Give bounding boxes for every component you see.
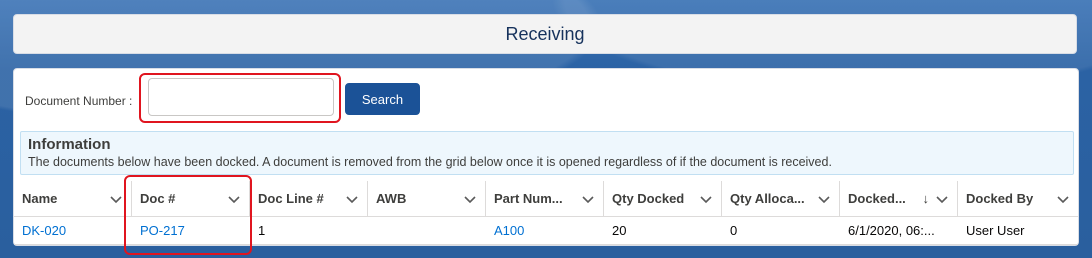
cell-docked-by: User User <box>966 223 1025 238</box>
cell-qty-docked: 20 <box>612 223 627 238</box>
column-header-docked-date[interactable]: Docked... ↓ <box>840 181 958 216</box>
column-header-part-number[interactable]: Part Num... <box>486 181 604 216</box>
chevron-down-icon[interactable] <box>463 192 477 206</box>
chevron-down-icon[interactable] <box>817 192 831 206</box>
cell-qty-allocated: 0 <box>730 223 738 238</box>
information-text: The documents below have been docked. A … <box>28 155 832 169</box>
main-card: Document Number : Search Information The… <box>13 68 1079 255</box>
cell-doc-line: 1 <box>258 223 266 238</box>
column-header-name[interactable]: Name <box>14 181 132 216</box>
highlight-box-doc-column <box>124 175 252 255</box>
part-number-link[interactable]: A100 <box>494 223 524 238</box>
page-title: Receiving <box>505 23 585 44</box>
highlight-box-document-input <box>139 73 341 123</box>
cell-docked-date: 6/1/2020, 06:... <box>848 223 935 238</box>
column-header-qty-allocated[interactable]: Qty Alloca... <box>722 181 840 216</box>
document-number-label: Document Number : <box>25 94 133 108</box>
column-header-qty-docked[interactable]: Qty Docked <box>604 181 722 216</box>
page-header: Receiving <box>13 14 1077 54</box>
column-header-doc-line[interactable]: Doc Line # <box>250 181 368 216</box>
chevron-down-icon[interactable] <box>935 192 949 206</box>
cell-name: DK-020 <box>14 217 132 244</box>
column-header-docked-by[interactable]: Docked By <box>958 181 1078 216</box>
chevron-down-icon[interactable] <box>699 192 713 206</box>
cell-awb <box>368 217 486 244</box>
chevron-down-icon[interactable] <box>1056 192 1070 206</box>
chevron-down-icon[interactable] <box>581 192 595 206</box>
search-button[interactable]: Search <box>345 83 420 115</box>
chevron-down-icon[interactable] <box>345 192 359 206</box>
chevron-down-icon[interactable] <box>109 192 123 206</box>
column-header-awb[interactable]: AWB <box>368 181 486 216</box>
information-title: Information <box>28 136 111 153</box>
sort-descending-icon[interactable]: ↓ <box>923 191 930 206</box>
name-link[interactable]: DK-020 <box>22 223 66 238</box>
cell-part-number: A100 <box>486 217 604 244</box>
search-row: Document Number : <box>25 83 134 119</box>
information-panel: Information The documents below have bee… <box>20 131 1074 175</box>
